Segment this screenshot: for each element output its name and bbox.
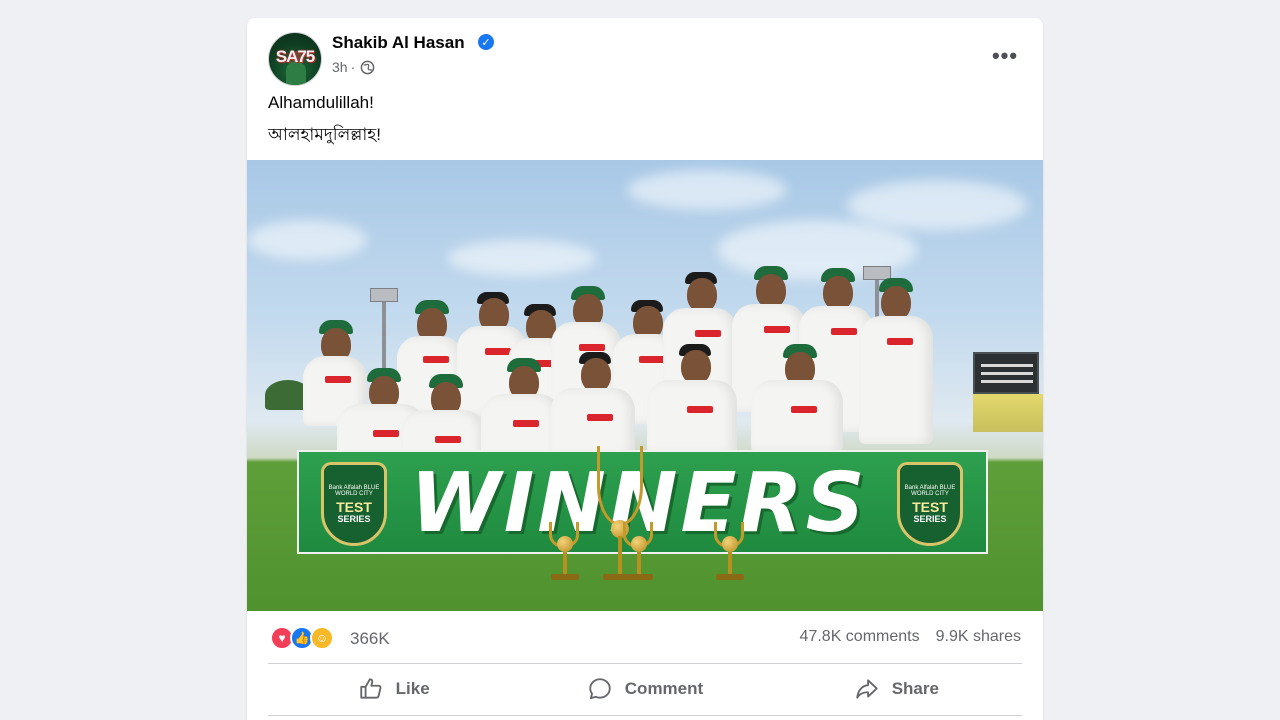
comments-count[interactable]: 47.8K comments [800, 628, 920, 646]
post-header: SA75 Shakib Al Hasan ✓ 3h · ••• [247, 18, 1043, 96]
reaction-count[interactable]: 366K [350, 629, 390, 649]
share-button[interactable]: Share [771, 668, 1022, 710]
meta-separator: · [350, 59, 356, 75]
comment-label: Comment [624, 679, 704, 698]
stadium-stand [973, 394, 1043, 432]
trophy-small [545, 522, 585, 582]
badge-sponsor-text: Bank Alfalah BLUE WORLD CITY [328, 484, 380, 497]
like-button[interactable]: Like [268, 668, 519, 710]
badge-sponsor-text: Bank Alfalah BLUE WORLD CITY [904, 484, 956, 497]
divider [268, 663, 1022, 664]
trophy-small [710, 522, 750, 582]
author-name[interactable]: Shakib Al Hasan [332, 33, 465, 53]
post-card: SA75 Shakib Al Hasan ✓ 3h · ••• Alhamdul… [247, 18, 1043, 720]
scoreboard [973, 352, 1039, 394]
cloud [627, 170, 787, 210]
cloud [847, 180, 1027, 230]
badge-series-text: SERIES [913, 513, 947, 524]
care-reaction-icon: ☺ [310, 626, 334, 650]
globe-icon[interactable] [360, 60, 375, 75]
floodlight-head [370, 288, 398, 302]
more-options-icon[interactable]: ••• [989, 40, 1021, 72]
cloud [447, 240, 597, 276]
verified-check-icon: ✓ [478, 34, 494, 50]
series-badge-left: Bank Alfalah BLUE WORLD CITY TEST SERIES [321, 462, 387, 546]
post-text-line-2: আলহামদুলিল্লাহ! [268, 125, 381, 144]
cloud [247, 220, 367, 260]
trophy-small [619, 522, 659, 582]
reaction-icons[interactable]: ♥ 👍 ☺ [270, 626, 350, 650]
comment-bubble-icon [589, 678, 611, 700]
badge-test-text: TEST [336, 498, 372, 515]
badge-series-text: SERIES [337, 513, 371, 524]
engagement-counts: 47.8K comments 9.9K shares [800, 628, 1021, 646]
comment-button[interactable]: Comment [519, 668, 770, 710]
series-badge-right: Bank Alfalah BLUE WORLD CITY TEST SERIES [897, 462, 963, 546]
thumbs-up-icon [359, 678, 382, 699]
avatar-logo-text: SA75 [275, 47, 316, 66]
reactions-bar: ♥ 👍 ☺ 366K 47.8K comments 9.9K shares [268, 618, 1022, 656]
post-meta: 3h · [332, 59, 375, 75]
post-actions: Like Comment Share [268, 668, 1022, 710]
post-time[interactable]: 3h [332, 59, 348, 75]
author-avatar[interactable]: SA75 [268, 32, 322, 86]
post-text-line-1: Alhamdulillah! [268, 93, 374, 112]
shares-count[interactable]: 9.9K shares [936, 628, 1021, 646]
badge-test-text: TEST [912, 498, 948, 515]
like-label: Like [395, 679, 430, 698]
divider-bottom [268, 715, 1022, 716]
share-label: Share [891, 679, 939, 698]
share-arrow-icon [856, 679, 878, 699]
post-photo[interactable]: Bank Alfalah BLUE WORLD CITY TEST SERIES… [247, 160, 1043, 611]
